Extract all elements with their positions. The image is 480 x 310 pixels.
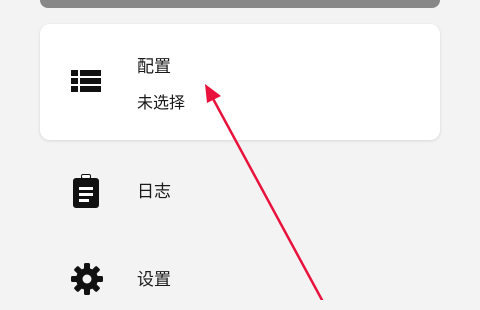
menu-item-settings-label: 设置 <box>137 270 171 290</box>
config-title: 配置 <box>137 57 171 77</box>
clipboard-icon <box>73 174 99 208</box>
config-status: 未选择 <box>137 93 186 112</box>
config-card[interactable]: 配置 未选择 <box>40 24 440 140</box>
top-bar <box>40 0 440 8</box>
menu-item-log-label: 日志 <box>137 182 171 202</box>
list-icon <box>71 70 101 92</box>
gear-icon <box>71 263 103 295</box>
menu-item-log[interactable]: 日志 <box>40 162 440 222</box>
menu-item-settings[interactable]: 设置 <box>40 250 440 310</box>
